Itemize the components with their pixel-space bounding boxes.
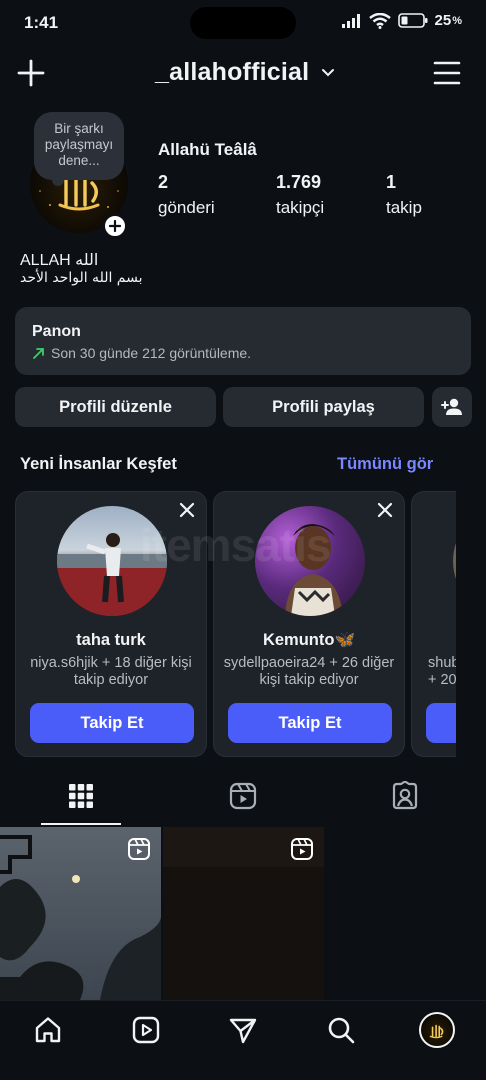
stat-posts-label: gönderi bbox=[158, 198, 215, 217]
status-icons: 25% bbox=[341, 12, 462, 29]
create-plus-icon[interactable] bbox=[16, 58, 46, 88]
discover-title: Yeni İnsanlar Keşfet bbox=[20, 455, 177, 473]
dashboard-subtitle-row: Son 30 günde 212 görüntüleme. bbox=[32, 345, 251, 361]
battery-icon bbox=[397, 13, 428, 28]
trend-up-icon bbox=[33, 347, 44, 359]
camera-island bbox=[190, 7, 296, 39]
add-person-icon bbox=[441, 398, 462, 415]
account-switcher[interactable]: _allahofficial bbox=[155, 58, 335, 87]
stat-following-label: takip bbox=[386, 198, 422, 217]
stat-posts[interactable]: 2 gönderi bbox=[158, 172, 215, 218]
stat-followers-count: 1.769 bbox=[276, 172, 322, 192]
avatar-calligraphy-image bbox=[429, 1024, 444, 1039]
plus-icon bbox=[109, 220, 121, 232]
direct-message-icon[interactable] bbox=[228, 1015, 258, 1045]
add-story-button[interactable] bbox=[102, 213, 128, 239]
follow-button[interactable]: Takip Et bbox=[228, 703, 392, 743]
dashboard-subtitle: Son 30 günde 212 görüntüleme. bbox=[51, 345, 252, 361]
search-icon[interactable] bbox=[326, 1015, 356, 1045]
suggestion-mutuals: niya.s6hjik + 18 diğer kişi takip ediyor bbox=[30, 655, 192, 688]
follow-button[interactable] bbox=[426, 703, 456, 743]
dashboard-title: Panon bbox=[32, 323, 81, 340]
active-tab-indicator bbox=[41, 823, 121, 825]
tagged-icon[interactable] bbox=[390, 781, 420, 811]
reels-icon[interactable] bbox=[131, 1015, 161, 1045]
profile-tab-avatar[interactable] bbox=[419, 1012, 455, 1048]
stat-following[interactable]: 1 takip bbox=[386, 172, 422, 218]
stat-posts-count: 2 bbox=[158, 172, 169, 192]
stat-followers-label: takipçi bbox=[276, 198, 325, 217]
reel-badge-icon bbox=[291, 838, 313, 860]
professional-dashboard[interactable]: Panon Son 30 günde 212 görüntüleme. bbox=[15, 307, 471, 375]
discover-people-button[interactable] bbox=[432, 387, 472, 427]
suggestion-name[interactable]: taha turk bbox=[16, 631, 206, 650]
stat-followers[interactable]: 1.769 takipçi bbox=[276, 172, 324, 218]
display-name: Allahü Teâlâ bbox=[158, 140, 257, 159]
suggestion-mutuals: sydellpaoeira24 + 26 diğer kişi takip ed… bbox=[223, 655, 395, 688]
suggestion-avatar bbox=[453, 506, 456, 616]
signal-icon bbox=[341, 13, 360, 28]
suggestion-card-clip: shub + 20 bbox=[411, 491, 456, 757]
grid-icon[interactable] bbox=[66, 781, 96, 811]
suggestion-name[interactable]: Kemunto🦋 bbox=[214, 631, 404, 650]
watermark: itemsatis bbox=[140, 519, 331, 571]
share-profile-button[interactable]: Profili paylaş bbox=[223, 387, 424, 427]
edit-profile-button[interactable]: Profili düzenle bbox=[15, 387, 216, 427]
suggestion-mutuals: shub + 20 bbox=[428, 655, 456, 688]
grid-post[interactable] bbox=[163, 827, 324, 1000]
username-title: _allahofficial bbox=[155, 58, 310, 86]
grid-post[interactable] bbox=[0, 827, 161, 1000]
bio-name: ALLAH الله bbox=[20, 252, 99, 269]
reels-tab-icon[interactable] bbox=[228, 781, 258, 811]
stat-following-count: 1 bbox=[386, 172, 397, 192]
note-bubble[interactable]: Bir şarkı paylaşmayı dene... bbox=[34, 112, 124, 186]
follow-button[interactable]: Takip Et bbox=[30, 703, 194, 743]
status-time: 1:41 bbox=[24, 13, 59, 32]
menu-icon[interactable] bbox=[432, 58, 462, 88]
see-all-link[interactable]: Tümünü gör bbox=[337, 455, 433, 474]
reel-badge-icon bbox=[128, 838, 150, 860]
suggestion-card[interactable]: shub + 20 bbox=[411, 491, 456, 757]
close-icon[interactable] bbox=[178, 501, 196, 519]
chevron-down-icon bbox=[322, 68, 335, 76]
close-icon[interactable] bbox=[376, 501, 394, 519]
home-icon[interactable] bbox=[33, 1015, 63, 1045]
bio-text: بسم الله الواحد الأحد bbox=[20, 270, 143, 286]
wifi-icon bbox=[368, 12, 391, 29]
battery-percent: 25 bbox=[434, 12, 452, 29]
